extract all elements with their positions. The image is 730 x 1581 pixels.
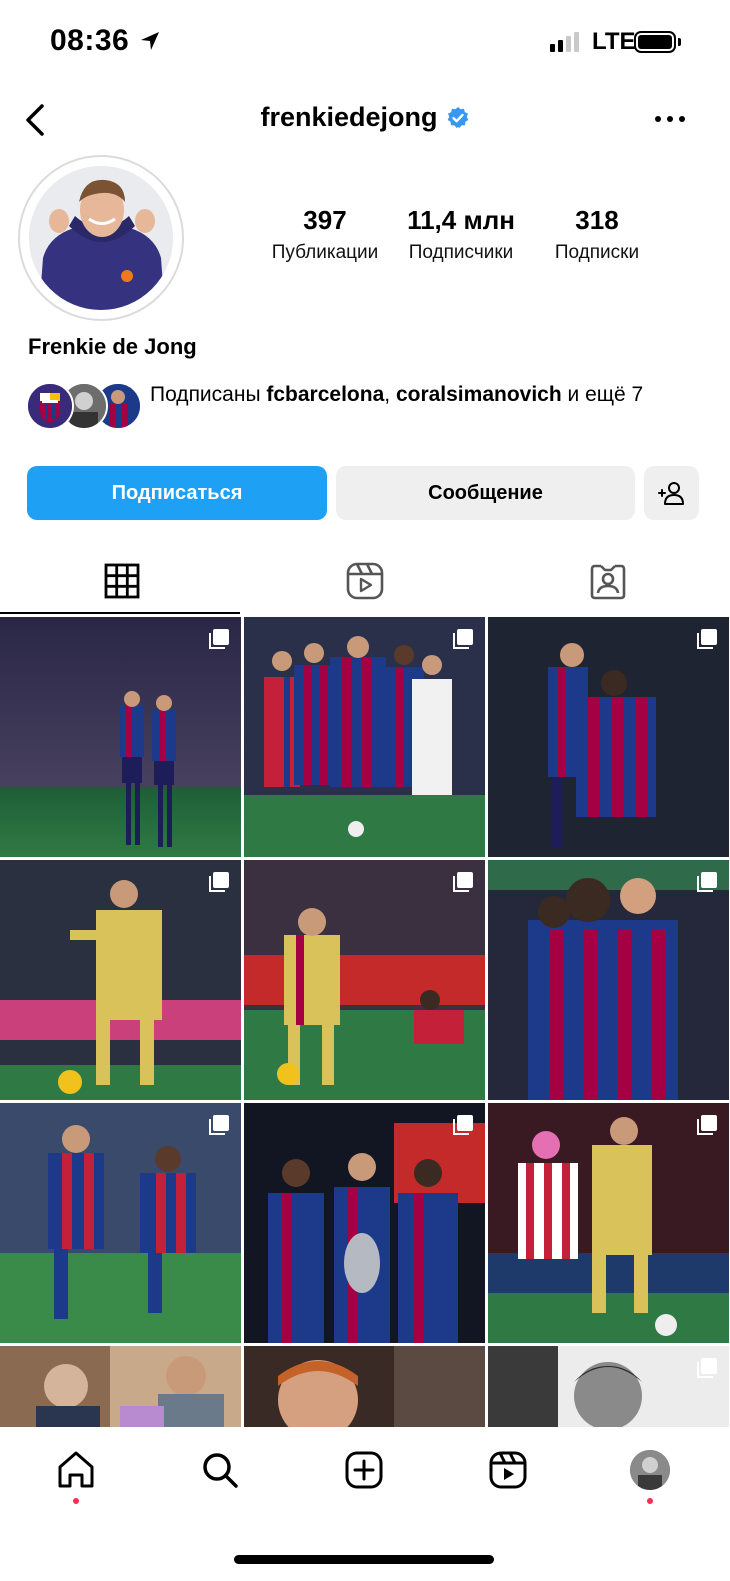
home-icon — [58, 1451, 94, 1488]
mutual-avatar-fcb — [26, 382, 74, 430]
tab-tagged[interactable] — [486, 548, 729, 614]
stat-following[interactable]: 318 Подписки — [532, 205, 662, 264]
search-icon — [203, 1453, 238, 1488]
grid-post[interactable] — [244, 1346, 485, 1427]
nav-create[interactable] — [340, 1446, 388, 1494]
status-bar: 08:36 LTE — [0, 0, 730, 84]
grid-post[interactable] — [488, 617, 729, 857]
verified-badge-icon — [447, 106, 468, 128]
multi-photo-icon — [209, 1115, 229, 1135]
reels-icon — [346, 562, 383, 600]
grid-post[interactable] — [0, 1346, 241, 1427]
grid-post[interactable] — [0, 617, 241, 857]
plus-square-icon — [345, 1451, 383, 1489]
multi-photo-icon — [453, 629, 473, 649]
notification-dot — [73, 1498, 79, 1504]
multi-photo-icon — [697, 872, 717, 892]
grid-icon — [104, 563, 139, 599]
profile-avatar[interactable] — [18, 155, 184, 321]
posts-grid — [0, 617, 730, 1427]
message-button[interactable]: Сообщение — [336, 466, 635, 520]
mutual-avatars — [26, 380, 142, 432]
grid-post[interactable] — [244, 617, 485, 857]
profile-photo — [29, 166, 173, 310]
multi-photo-icon — [209, 872, 229, 892]
suggested-accounts-button[interactable] — [644, 466, 699, 520]
grid-post[interactable] — [244, 1103, 485, 1343]
profile-header: frenkiedejong — [0, 92, 730, 148]
stat-posts[interactable]: 397 Публикации — [260, 205, 390, 264]
nav-search[interactable] — [196, 1446, 244, 1494]
multi-photo-icon — [697, 1115, 717, 1135]
more-horizontal-icon — [655, 116, 685, 122]
profile-tabs — [0, 548, 730, 616]
follow-button[interactable]: Подписаться — [27, 466, 327, 520]
multi-photo-icon — [453, 1115, 473, 1135]
grid-post[interactable] — [488, 1346, 729, 1427]
profile-avatar — [630, 1450, 670, 1490]
network-type: LTE — [592, 28, 636, 55]
tab-reels[interactable] — [243, 548, 486, 614]
reels-icon — [489, 1451, 527, 1489]
multi-photo-icon — [209, 629, 229, 649]
grid-post[interactable] — [0, 1103, 241, 1343]
home-indicator — [234, 1555, 494, 1564]
nav-home[interactable] — [52, 1446, 100, 1494]
tagged-person-icon — [590, 564, 625, 600]
followed-by-text: Подписаны fcbarcelona, coralsimanovich и… — [150, 383, 644, 406]
nav-reels[interactable] — [484, 1446, 532, 1494]
add-person-icon — [657, 482, 684, 505]
notification-dot — [647, 1498, 653, 1504]
grid-post[interactable] — [488, 860, 729, 1100]
profile-actions: Подписаться Сообщение — [27, 466, 699, 520]
stat-followers[interactable]: 11,4 млн Подписчики — [396, 205, 526, 264]
status-time: 08:36 — [50, 24, 130, 57]
grid-post[interactable] — [244, 860, 485, 1100]
more-options-button[interactable] — [652, 104, 688, 134]
grid-post[interactable] — [488, 1103, 729, 1343]
multi-photo-icon — [697, 1358, 717, 1378]
multi-photo-icon — [453, 872, 473, 892]
tab-grid[interactable] — [0, 548, 243, 614]
signal-icon — [550, 32, 579, 52]
grid-post[interactable] — [0, 860, 241, 1100]
location-arrow-icon — [141, 32, 159, 50]
profile-username: frenkiedejong — [260, 102, 438, 132]
profile-full-name: Frenkie de Jong — [28, 334, 197, 359]
battery-icon — [634, 31, 676, 53]
multi-photo-icon — [697, 629, 717, 649]
nav-profile[interactable] — [626, 1446, 674, 1494]
active-tab-indicator — [0, 612, 240, 614]
profile-stats: 397 Публикации 11,4 млн Подписчики 318 П… — [260, 205, 660, 275]
